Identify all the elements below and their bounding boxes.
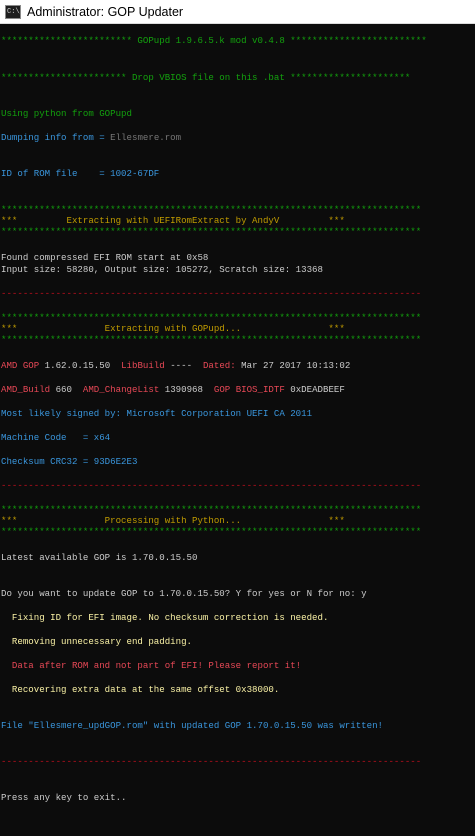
fixing-id-line: Fixing ID for EFI image. No checksum cor… <box>1 612 329 623</box>
gop-version-line: AMD GOP 1.62.0.15.50 LibBuild ---- Dated… <box>1 360 351 371</box>
separator-stars: ****************************************… <box>1 334 422 345</box>
python-info-line: Using python from GOPupd <box>1 108 132 119</box>
checksum-line: Checksum CRC32 = 93D6E2E3 <box>1 456 138 467</box>
section-header-uefiromextract: *** Extracting with UEFIRomExtract by An… <box>1 215 345 226</box>
separator-dashes: ----------------------------------------… <box>1 756 422 767</box>
separator-stars: ****************************************… <box>1 226 422 237</box>
file-written-line: File "Ellesmere_updGOP.rom" with updated… <box>1 720 383 731</box>
dump-info-label: Dumping info from = <box>1 132 111 143</box>
window-title: Administrator: GOP Updater <box>27 4 184 19</box>
machine-code-line: Machine Code = x64 <box>1 432 111 443</box>
dump-info-line: Dumping info from = Ellesmere.rom <box>1 132 181 143</box>
size-info-line: Input size: 58280, Output size: 105272, … <box>1 264 323 275</box>
console-output[interactable]: ************************ GOPupd 1.9.6.5.… <box>0 24 475 836</box>
separator-dashes: ----------------------------------------… <box>1 480 422 491</box>
efi-rom-start-line: Found compressed EFI ROM start at 0x58 <box>1 252 209 263</box>
update-prompt-line: Do you want to update GOP to 1.70.0.15.5… <box>1 588 367 599</box>
recovering-data-line: Recovering extra data at the same offset… <box>1 684 280 695</box>
separator-stars: ****************************************… <box>1 204 422 215</box>
title-bar[interactable]: C:\_ Administrator: GOP Updater <box>0 0 475 24</box>
latest-gop-line: Latest available GOP is 1.70.0.15.50 <box>1 552 198 563</box>
data-after-rom-warning: Data after ROM and not part of EFI! Plea… <box>1 660 302 671</box>
banner-line: ************************ GOPupd 1.9.6.5.… <box>1 35 427 46</box>
drop-vbios-line: *********************** Drop VBIOS file … <box>1 72 411 83</box>
cmd-icon: C:\_ <box>5 4 21 19</box>
section-header-gopupd: *** Extracting with GOPupd... *** <box>1 323 345 334</box>
rom-filename: Ellesmere.rom <box>110 132 182 143</box>
signed-by-line: Most likely signed by: Microsoft Corpora… <box>1 408 313 419</box>
separator-stars: ****************************************… <box>1 312 422 323</box>
separator-dashes: ----------------------------------------… <box>1 288 422 299</box>
separator-stars: ****************************************… <box>1 504 422 515</box>
amd-build-line: AMD_Build 660 AMD_ChangeList 1390968 GOP… <box>1 384 345 395</box>
exit-prompt: Press any key to exit.. <box>1 792 127 803</box>
removing-padding-line: Removing unnecessary end padding. <box>1 636 192 647</box>
section-header-python: *** Processing with Python... *** <box>1 515 345 526</box>
separator-stars: ****************************************… <box>1 526 422 537</box>
rom-id-line: ID of ROM file = 1002-67DF <box>1 168 160 179</box>
